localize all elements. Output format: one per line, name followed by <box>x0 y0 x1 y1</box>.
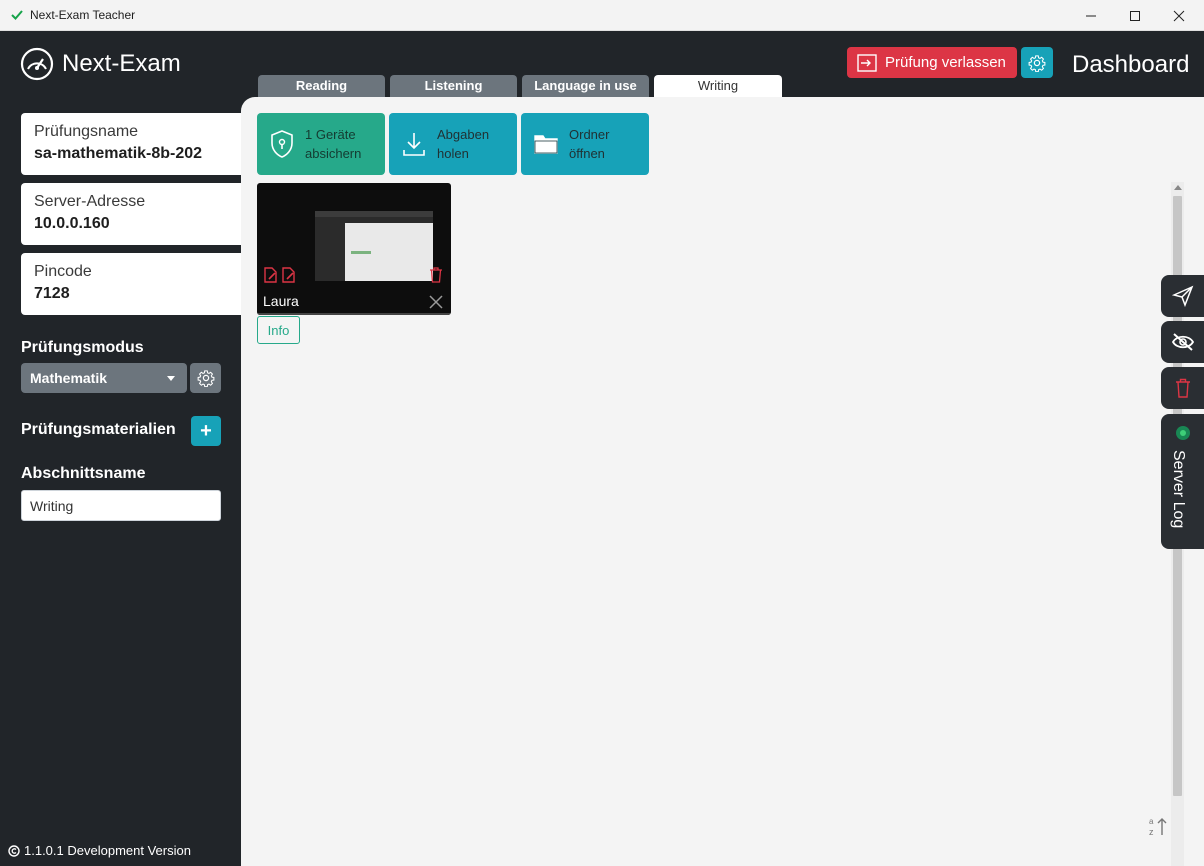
tab-writing[interactable]: Writing <box>654 75 782 97</box>
close-icon <box>1173 10 1185 21</box>
student-info-button[interactable]: Info <box>257 316 300 344</box>
check-icon <box>11 10 23 20</box>
secure-devices-line2: absichern <box>305 146 362 161</box>
svg-text:a: a <box>1149 817 1154 826</box>
student-card[interactable]: Laura <box>257 183 451 315</box>
section-name-heading: Abschnittsname <box>21 465 146 482</box>
minimize-icon <box>1086 15 1096 16</box>
fetch-submissions-button[interactable]: Abgaben holen <box>389 113 517 175</box>
leave-exam-label: Prüfung verlassen <box>885 54 1006 71</box>
close-window-button[interactable] <box>1156 0 1202 31</box>
exit-icon <box>857 53 877 72</box>
copyright-icon <box>8 844 20 857</box>
exam-mode-selected: Mathematik <box>30 370 108 386</box>
exam-materials-heading: Prüfungsmaterialien <box>21 421 176 438</box>
version-text: 1.1.0.1 Development Version <box>24 843 191 858</box>
exam-name-value: sa-mathematik-8b-202 <box>34 145 203 162</box>
delete-button[interactable] <box>1161 367 1204 409</box>
leave-exam-button[interactable]: Prüfung verlassen <box>847 47 1017 78</box>
tab-reading[interactable]: Reading <box>258 75 385 97</box>
app-root: Next-Exam Prüfungsname sa-mathematik-8b-… <box>0 31 1204 866</box>
server-log-toggle[interactable]: Server Log <box>1161 414 1204 549</box>
exam-name-card: Prüfungsname sa-mathematik-8b-202 <box>21 113 245 175</box>
download-icon <box>403 133 425 156</box>
exam-mode-settings-button[interactable] <box>190 363 221 393</box>
secure-devices-button[interactable]: 1 Geräte absichern <box>257 113 385 175</box>
exam-name-label: Prüfungsname <box>34 123 139 140</box>
tab-listening[interactable]: Listening <box>390 75 517 97</box>
server-log-label: Server Log <box>1170 450 1187 529</box>
secure-devices-label: 1 Geräte absichern <box>305 125 361 163</box>
minimize-button[interactable] <box>1068 0 1114 31</box>
open-folder-label: Ordner öffnen <box>569 125 609 163</box>
student-name: Laura <box>263 293 299 309</box>
exam-mode-select[interactable]: Mathematik <box>21 363 187 393</box>
pincode-label: Pincode <box>34 263 92 280</box>
send-message-button[interactable] <box>1161 275 1204 317</box>
fetch-submissions-line1: Abgaben <box>437 127 490 142</box>
fetch-submissions-label: Abgaben holen <box>437 125 489 163</box>
file-edit-icon[interactable] <box>263 267 279 283</box>
server-address-card: Server-Adresse 10.0.0.160 <box>21 183 245 245</box>
brand-name: Next-Exam <box>62 50 181 77</box>
open-folder-line1: Ordner <box>569 127 610 142</box>
maximize-icon <box>1130 10 1140 21</box>
server-address-label: Server-Adresse <box>34 193 146 210</box>
open-folder-button[interactable]: Ordner öffnen <box>521 113 649 175</box>
page-title: Dashboard <box>1072 51 1190 78</box>
file-edit-icon[interactable] <box>281 267 297 283</box>
caret-down-icon <box>167 376 175 381</box>
toggle-visibility-button[interactable] <box>1161 321 1204 363</box>
window-title: Next-Exam Teacher <box>30 8 136 22</box>
maximize-button[interactable] <box>1112 0 1158 31</box>
student-screenshot <box>315 211 433 281</box>
gear-icon <box>197 370 214 387</box>
folder-icon <box>534 135 558 154</box>
trash-icon[interactable] <box>429 267 443 283</box>
speedometer-icon <box>20 47 54 81</box>
open-folder-line2: öffnen <box>569 146 605 161</box>
trash-icon <box>1175 378 1190 398</box>
close-icon[interactable] <box>429 295 443 309</box>
fetch-submissions-line2: holen <box>437 146 469 161</box>
section-name-input[interactable] <box>21 490 221 521</box>
secure-devices-line1: 1 Geräte <box>305 127 356 142</box>
gear-icon <box>1028 54 1046 72</box>
pincode-card: Pincode 7128 <box>21 253 245 315</box>
scroll-up-icon[interactable] <box>1174 185 1182 190</box>
add-material-button[interactable]: + <box>191 416 221 446</box>
server-address-value: 10.0.0.160 <box>34 215 110 232</box>
shield-lock-icon <box>271 130 293 158</box>
brand-logo: Next-Exam <box>20 47 181 81</box>
window-titlebar: Next-Exam Teacher <box>0 0 1204 31</box>
settings-button[interactable] <box>1021 47 1053 78</box>
pincode-value: 7128 <box>34 285 70 302</box>
version-info: 1.1.0.1 Development Version <box>8 843 191 858</box>
svg-text:z: z <box>1149 827 1154 837</box>
status-dot-icon <box>1176 426 1190 440</box>
sort-az-icon[interactable]: a z <box>1147 815 1169 837</box>
eye-slash-icon <box>1171 333 1194 351</box>
student-progress-bar <box>257 313 451 315</box>
exam-mode-heading: Prüfungsmodus <box>21 339 144 356</box>
main-content: 1 Geräte absichern Abgaben holen Ordner … <box>241 97 1204 866</box>
tab-language-in-use[interactable]: Language in use <box>522 75 649 97</box>
paper-plane-icon <box>1171 285 1193 307</box>
